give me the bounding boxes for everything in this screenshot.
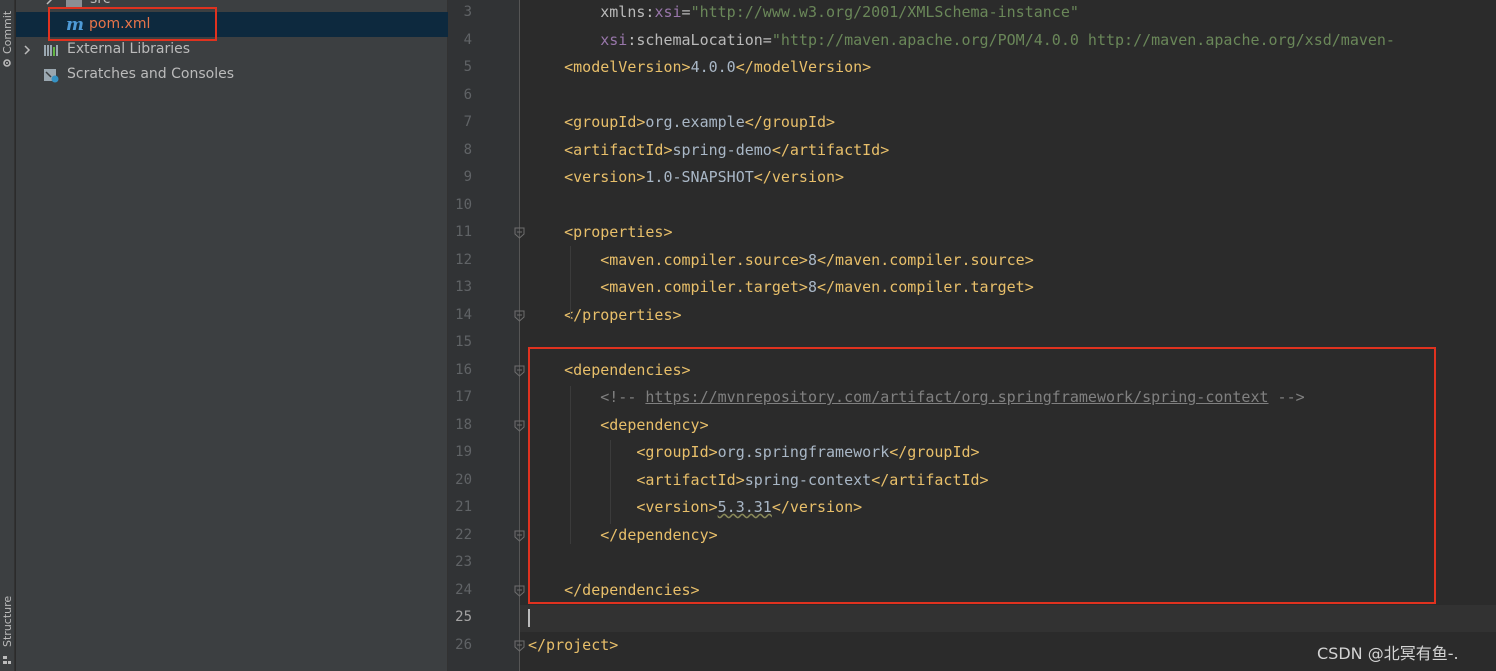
code-token: org.example xyxy=(645,113,745,131)
watermark: CSDN @北冥有鱼-. xyxy=(1317,644,1459,663)
code-token: "http://www.w3.org/2001/XMLSchema-instan… xyxy=(690,3,1079,21)
project-tree-panel: src m pom.xml External Libraries Scratch… xyxy=(16,0,448,671)
line-number: 8 xyxy=(463,141,472,158)
fold-marker-icon[interactable] xyxy=(514,365,525,377)
dependencies-annotation-box xyxy=(528,347,1436,604)
line-number: 12 xyxy=(455,251,472,268)
code-token: :schemaLocation= xyxy=(627,30,772,49)
tree-item-scratches-and-consoles[interactable]: Scratches and Consoles xyxy=(16,62,448,87)
indent-guide xyxy=(570,246,571,318)
code-token: </artifactId> xyxy=(771,140,890,159)
pom-annotation-box xyxy=(48,7,217,41)
commit-icon xyxy=(3,59,11,67)
code-line[interactable]: <maven.compiler.source>8</maven.compiler… xyxy=(528,251,1034,269)
line-number: 22 xyxy=(455,526,472,543)
line-number: 24 xyxy=(455,581,472,598)
code-token: xmlns xyxy=(528,3,646,21)
code-token: <modelVersion> xyxy=(528,58,691,76)
scratches-icon xyxy=(44,69,59,83)
line-number: 17 xyxy=(455,389,472,405)
code-token: </groupId> xyxy=(744,113,836,131)
line-number: 26 xyxy=(455,636,472,653)
tree-item-label: src xyxy=(90,0,110,7)
line-number: 3 xyxy=(463,4,472,20)
code-token: 4.0.0 xyxy=(690,58,736,76)
line-number: 18 xyxy=(455,416,472,433)
code-line[interactable]: <artifactId>spring-demo</artifactId> xyxy=(528,141,889,159)
line-number: 16 xyxy=(455,361,472,378)
code-token: = xyxy=(681,3,691,21)
code-line[interactable]: </properties> xyxy=(528,305,682,324)
code-line[interactable]: xmlns:xsi="http://www.w3.org/2001/XMLSch… xyxy=(528,3,1079,21)
code-token: </project> xyxy=(528,635,619,654)
line-number: 10 xyxy=(455,196,472,213)
line-number: 23 xyxy=(455,554,472,570)
code-line[interactable]: <maven.compiler.target>8</maven.compiler… xyxy=(528,278,1034,296)
code-token: 8 xyxy=(807,278,817,296)
fold-marker-icon[interactable] xyxy=(514,227,525,239)
line-number: 5 xyxy=(463,59,472,75)
line-number: 4 xyxy=(463,31,472,48)
code-token: <version> xyxy=(528,168,646,186)
tree-item-label: Scratches and Consoles xyxy=(67,66,234,82)
code-line[interactable]: <properties> xyxy=(528,223,673,241)
code-token: <artifactId> xyxy=(528,140,673,159)
code-token: xsi xyxy=(654,3,682,21)
code-token: </version> xyxy=(753,168,845,186)
code-token: </properties> xyxy=(528,305,682,324)
code-token: </maven.compiler.target> xyxy=(817,278,1034,296)
tool-window-strip: Commit Structure xyxy=(0,0,15,671)
code-token: <groupId> xyxy=(528,113,646,131)
code-token: "http://maven.apache.org/POM/4.0.0 http:… xyxy=(771,30,1395,49)
line-number-gutter: 3 4 5 6 7 8 9 10 11 12 13 14 15 16 17 18 19 20 21 22 23 24 25 2… xyxy=(448,0,525,671)
code-line[interactable]: <modelVersion>4.0.0</modelVersion> xyxy=(528,58,871,76)
code-line[interactable]: <version>1.0-SNAPSHOT</version> xyxy=(528,168,844,186)
code-token: </maven.compiler.source> xyxy=(817,250,1034,269)
structure-icon xyxy=(3,656,11,664)
code-token: xsi xyxy=(600,30,628,49)
tree-item-label: External Libraries xyxy=(67,41,190,57)
chevron-right-icon[interactable] xyxy=(43,0,55,6)
line-number: 20 xyxy=(455,471,472,488)
code-token: </modelVersion> xyxy=(735,58,872,76)
structure-tab-label: Structure xyxy=(1,595,14,647)
code-token: <properties> xyxy=(528,223,673,241)
text-caret xyxy=(528,609,530,627)
code-line[interactable]: </project> xyxy=(528,636,618,654)
line-number: 9 xyxy=(463,169,472,185)
line-number: 14 xyxy=(455,306,472,323)
code-line[interactable]: xsi:schemaLocation="http://maven.apache.… xyxy=(528,31,1395,49)
code-token: spring-demo xyxy=(672,140,772,159)
line-number: 15 xyxy=(455,334,472,350)
line-number: 7 xyxy=(463,114,472,130)
line-number: 6 xyxy=(463,86,472,103)
fold-marker-icon[interactable] xyxy=(514,310,525,322)
line-number: 19 xyxy=(455,444,472,460)
library-icon xyxy=(44,45,58,56)
fold-marker-icon[interactable] xyxy=(514,640,525,652)
chevron-right-icon[interactable] xyxy=(21,44,33,56)
line-number: 11 xyxy=(455,224,472,240)
fold-marker-icon[interactable] xyxy=(514,530,525,542)
code-line[interactable]: <groupId>org.example</groupId> xyxy=(528,113,835,131)
code-token: 8 xyxy=(807,250,817,269)
line-number: 13 xyxy=(455,279,472,295)
fold-marker-icon[interactable] xyxy=(514,585,525,597)
code-token: 1.0-SNAPSHOT xyxy=(645,168,754,186)
commit-tab-label: Commit xyxy=(1,10,14,54)
fold-marker-icon[interactable] xyxy=(514,420,525,432)
current-line-highlight xyxy=(448,605,1496,632)
line-number: 25 xyxy=(455,609,472,625)
line-number: 21 xyxy=(455,499,472,515)
